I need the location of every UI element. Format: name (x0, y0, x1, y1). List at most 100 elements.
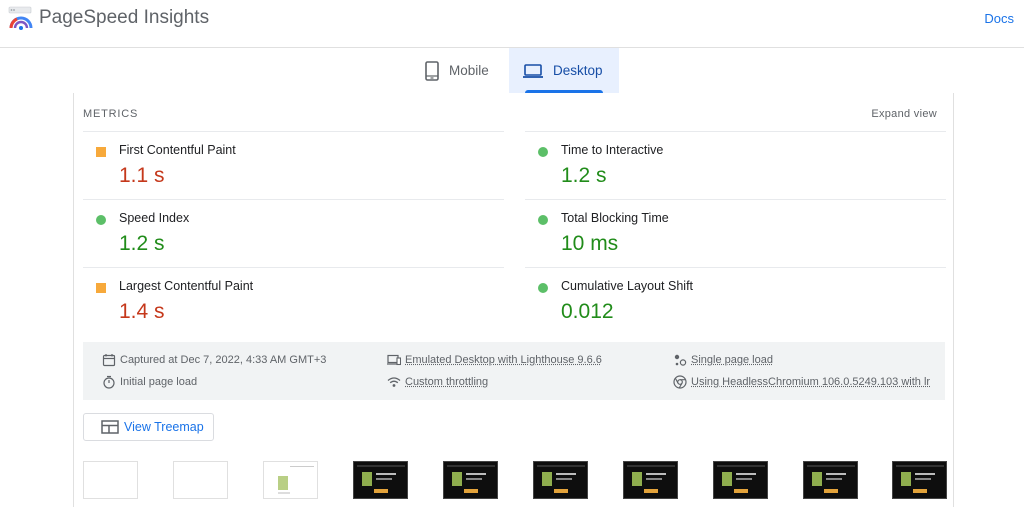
filmstrip-frame[interactable] (713, 461, 768, 499)
metric-value: 10 ms (561, 232, 618, 256)
frame-thumbnail-nav (357, 465, 405, 467)
frame-thumbnail-line (278, 492, 290, 494)
frame-thumbnail-image (812, 472, 822, 486)
emulated-device: Emulated Desktop with Lighthouse 9.6.6 (387, 353, 602, 367)
good-indicator-icon (538, 147, 548, 157)
tab-desktop[interactable]: Desktop (509, 48, 619, 93)
filmstrip-frame[interactable] (263, 461, 318, 499)
initial-page-load-text: Initial page load (120, 376, 197, 388)
frame-thumbnail-line (556, 478, 572, 480)
frame-thumbnail-nav (447, 465, 495, 467)
metric-value: 1.4 s (119, 300, 165, 324)
metric-value: 1.1 s (119, 164, 165, 188)
good-indicator-icon (96, 215, 106, 225)
frame-thumbnail-button (644, 489, 658, 493)
frame-thumbnail-line (646, 473, 666, 475)
frame-thumbnail-button (824, 489, 838, 493)
pagespeed-logo-icon[interactable] (8, 6, 34, 32)
runtime-settings: Captured at Dec 7, 2022, 4:33 AM GMT+3 I… (83, 342, 945, 400)
calendar-icon (102, 353, 116, 367)
frame-thumbnail-nav (537, 465, 585, 467)
frame-thumbnail-image (278, 476, 288, 490)
frame-thumbnail-line (466, 473, 486, 475)
frame-thumbnail-nav (627, 465, 675, 467)
filmstrip-frame[interactable] (83, 461, 138, 499)
chrome-icon (673, 375, 687, 389)
filmstrip-frame[interactable] (623, 461, 678, 499)
good-indicator-icon (538, 283, 548, 293)
smartphone-icon (425, 61, 439, 81)
frame-thumbnail-line (826, 478, 842, 480)
metric-value: 1.2 s (119, 232, 165, 256)
laptop-icon (523, 63, 543, 79)
frame-thumbnail-line (376, 473, 396, 475)
app-title: PageSpeed Insights (39, 7, 209, 29)
top-bar: PageSpeed Insights Docs (0, 0, 1024, 48)
average-indicator-icon (96, 147, 106, 157)
throttling-link[interactable]: Custom throttling (405, 376, 488, 388)
metric-first-contentful-paint: First Contentful Paint 1.1 s (83, 131, 504, 199)
frame-thumbnail-image (632, 472, 642, 486)
metric-name: Speed Index (119, 211, 189, 225)
frame-thumbnail-line (290, 466, 314, 467)
docs-link[interactable]: Docs (984, 11, 1014, 26)
tab-mobile[interactable]: Mobile (413, 48, 509, 93)
browser-version: Using HeadlessChromium 106.0.5249.103 wi… (673, 375, 930, 389)
emulated-device-link[interactable]: Emulated Desktop with Lighthouse 9.6.6 (405, 354, 602, 366)
single-session-icon (673, 353, 687, 367)
metric-total-blocking-time: Total Blocking Time 10 ms (525, 199, 946, 267)
frame-thumbnail-button (464, 489, 478, 493)
filmstrip-frame[interactable] (803, 461, 858, 499)
average-indicator-icon (96, 283, 106, 293)
captured-at: Captured at Dec 7, 2022, 4:33 AM GMT+3 (102, 353, 326, 367)
devices-icon (387, 353, 401, 367)
frame-thumbnail-button (913, 489, 927, 493)
expand-view-toggle[interactable]: Expand view (871, 108, 937, 120)
metric-name: Total Blocking Time (561, 211, 669, 225)
frame-thumbnail-line (376, 478, 392, 480)
treemap-icon (101, 420, 119, 434)
tab-desktop-label: Desktop (553, 63, 603, 78)
metric-name: Time to Interactive (561, 143, 663, 157)
frame-thumbnail-line (466, 478, 482, 480)
metric-value: 0.012 (561, 300, 614, 324)
filmstrip-frame[interactable] (533, 461, 588, 499)
filmstrip-frame[interactable] (173, 461, 228, 499)
view-treemap-button[interactable]: View Treemap (83, 413, 214, 441)
frame-thumbnail-line (556, 473, 576, 475)
frame-thumbnail-button (374, 489, 388, 493)
wifi-icon (387, 375, 401, 389)
metric-largest-contentful-paint: Largest Contentful Paint 1.4 s (83, 267, 504, 335)
frame-thumbnail-line (736, 473, 756, 475)
frame-thumbnail-line (915, 473, 935, 475)
session-type: Single page load (673, 353, 773, 367)
timer-icon (102, 375, 116, 389)
frame-thumbnail-line (736, 478, 752, 480)
metric-cumulative-layout-shift: Cumulative Layout Shift 0.012 (525, 267, 946, 335)
tab-mobile-label: Mobile (449, 63, 489, 78)
frame-thumbnail-image (542, 472, 552, 486)
frame-thumbnail-image (452, 472, 462, 486)
captured-at-text: Captured at Dec 7, 2022, 4:33 AM GMT+3 (120, 354, 326, 366)
frame-thumbnail-line (915, 478, 931, 480)
filmstrip-frame[interactable] (443, 461, 498, 499)
metric-name: Largest Contentful Paint (119, 279, 253, 293)
metrics-section-label: METRICS (83, 108, 138, 120)
frame-thumbnail-nav (717, 465, 765, 467)
filmstrip-frame[interactable] (353, 461, 408, 499)
frame-thumbnail-nav (807, 465, 855, 467)
frame-thumbnail-button (554, 489, 568, 493)
view-treemap-label: View Treemap (124, 420, 204, 434)
network-throttling: Custom throttling (387, 375, 488, 389)
filmstrip (83, 461, 947, 501)
browser-version-link[interactable]: Using HeadlessChromium 106.0.5249.103 wi… (691, 376, 930, 388)
frame-thumbnail-line (646, 478, 662, 480)
filmstrip-frame[interactable] (892, 461, 947, 499)
device-tabs: Mobile Desktop (413, 48, 619, 93)
frame-thumbnail-button (734, 489, 748, 493)
initial-page-load: Initial page load (102, 375, 197, 389)
metric-name: Cumulative Layout Shift (561, 279, 693, 293)
single-page-load-link[interactable]: Single page load (691, 354, 773, 366)
frame-thumbnail-image (901, 472, 911, 486)
metric-name: First Contentful Paint (119, 143, 236, 157)
